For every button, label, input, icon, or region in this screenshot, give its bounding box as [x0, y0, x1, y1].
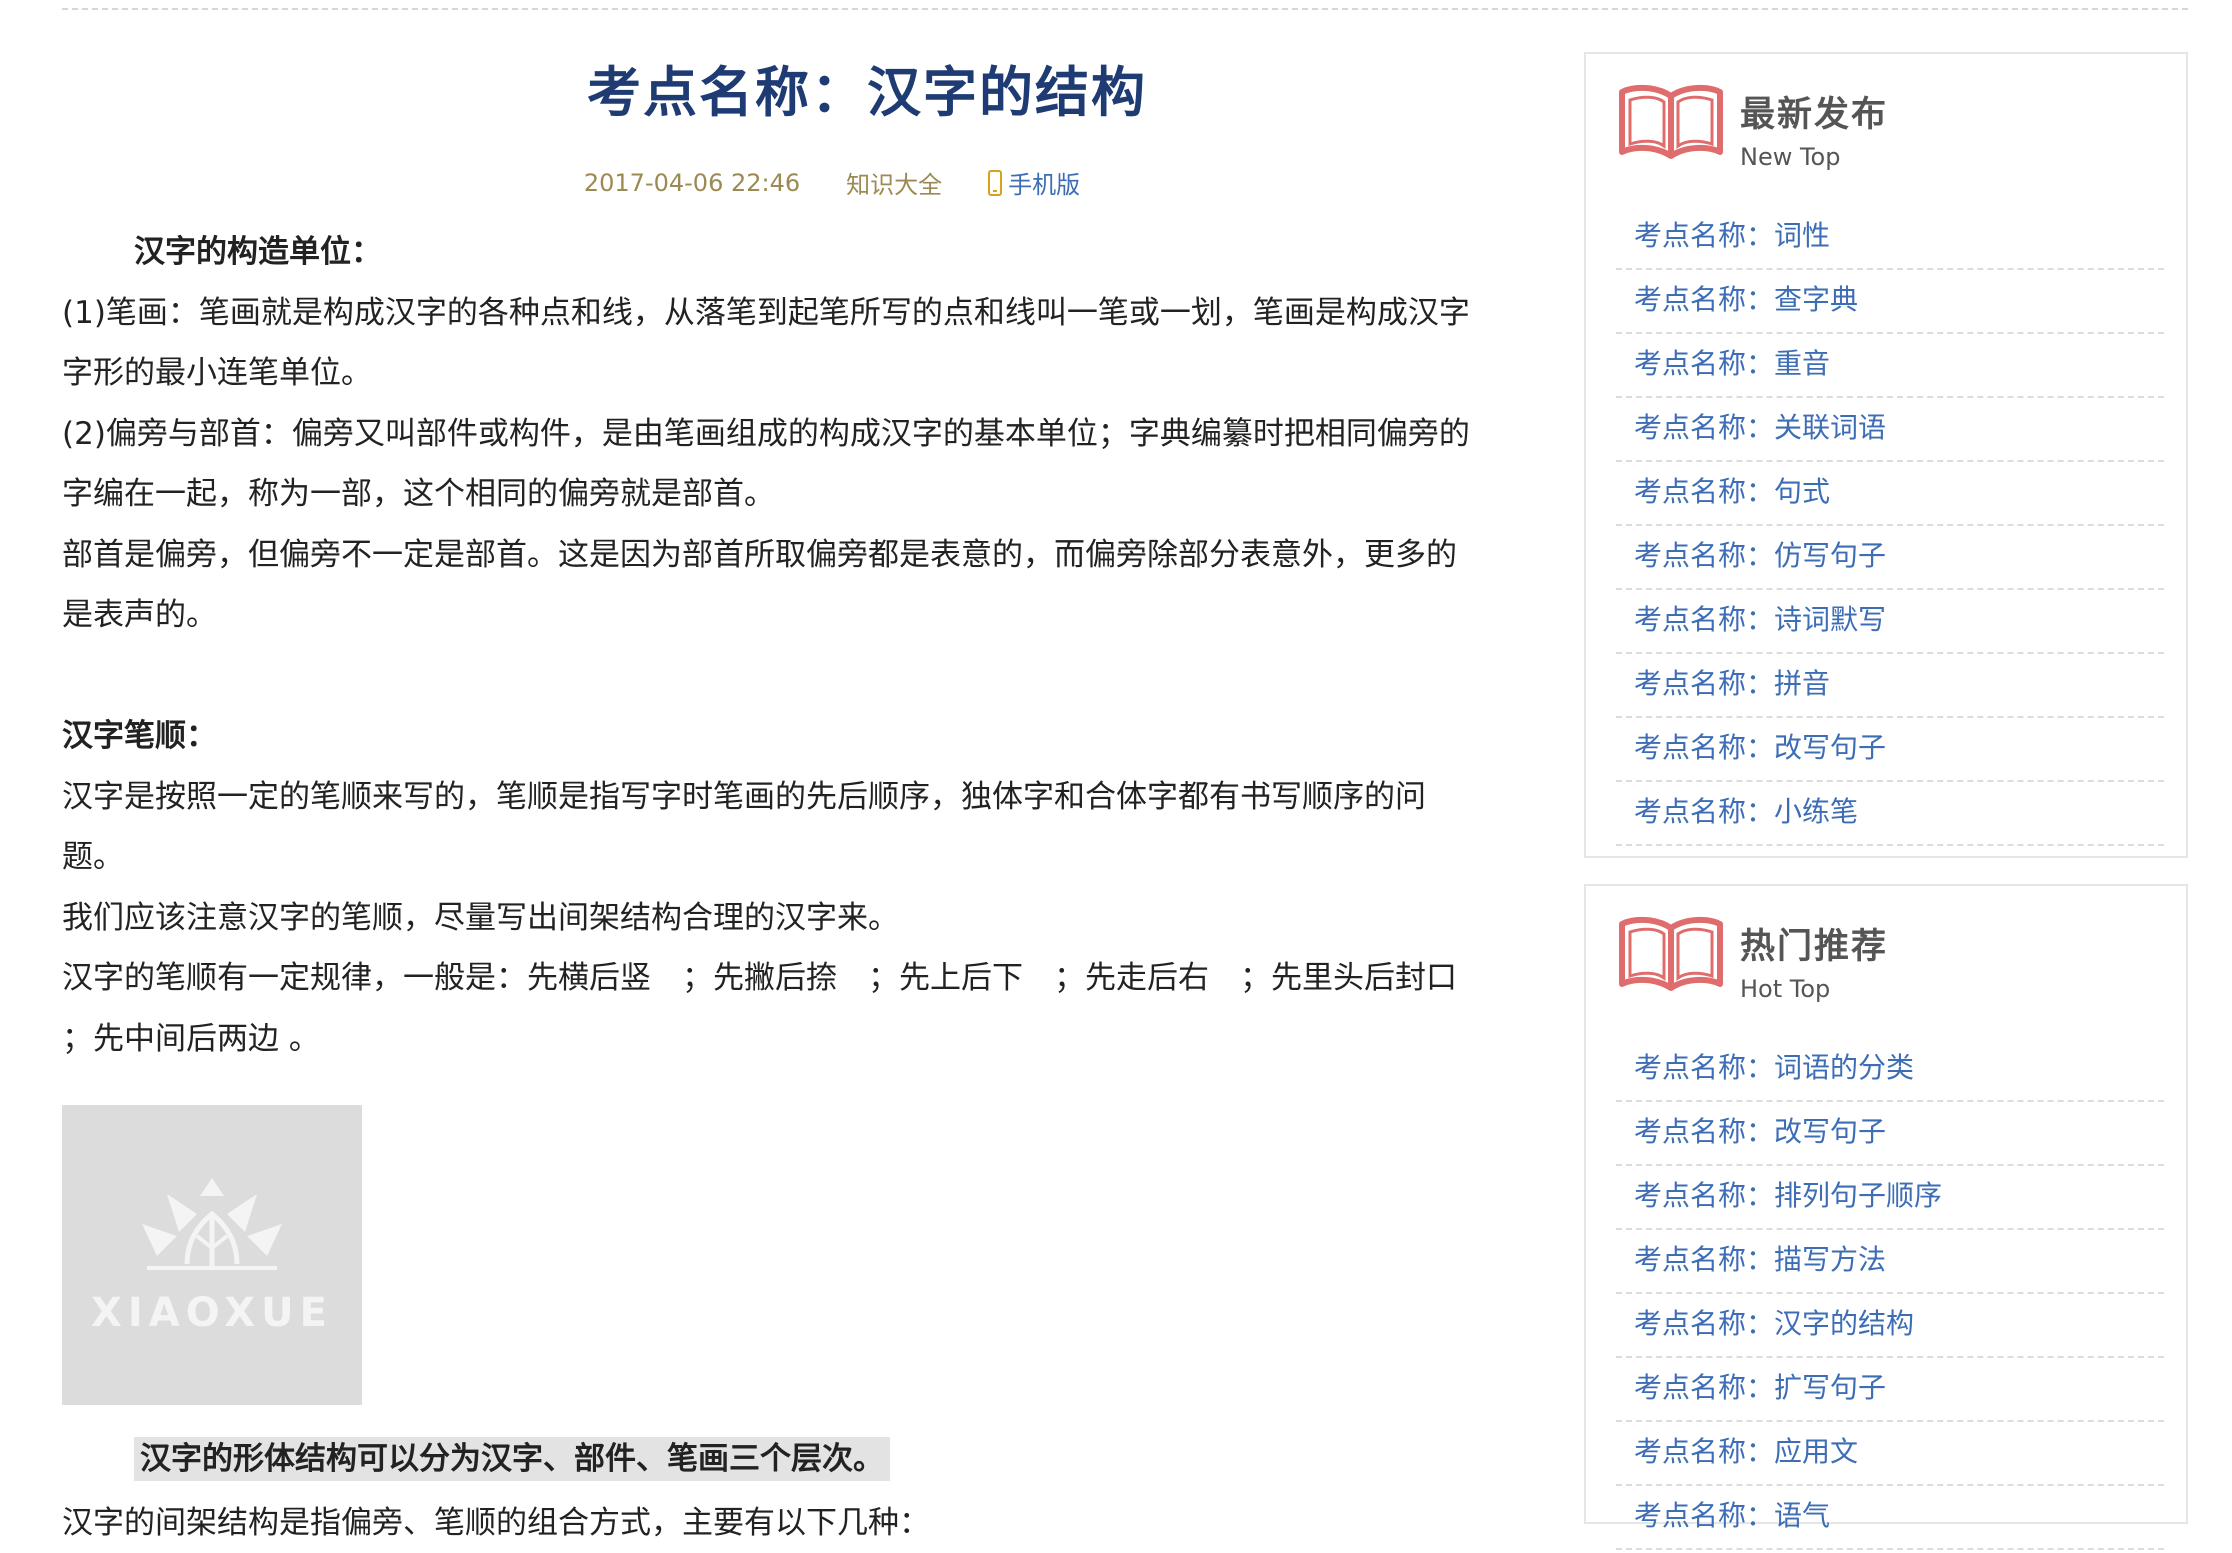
paragraph-line: 题。	[62, 839, 124, 875]
paragraph-line: 是表声的。	[62, 597, 217, 633]
latest-posts-list: 考点名称：词性 考点名称：查字典 考点名称：重音 考点名称：关联词语 考点名称：…	[1586, 206, 2186, 846]
list-item[interactable]: 考点名称：语气	[1616, 1486, 2164, 1550]
list-item[interactable]: 考点名称：改写句子	[1616, 1102, 2164, 1166]
paragraph-line: 汉字是按照一定的笔顺来写的，笔顺是指写字时笔画的先后顺序，独体字和合体字都有书写…	[62, 778, 1426, 815]
latest-posts-panel: 最新发布 New Top 考点名称：词性 考点名称：查字典 考点名称：重音 考点…	[1584, 52, 2188, 858]
section-heading: 汉字笔顺：	[62, 718, 217, 754]
paragraph-line: 字形的最小连笔单位。	[62, 355, 372, 391]
paragraph-line: 部首是偏旁，但偏旁不一定是部首。这是因为部首所取偏旁都是表意的，而偏旁除部分表意…	[62, 536, 1457, 573]
paragraph-line: 字编在一起，称为一部，这个相同的偏旁就是部首。	[62, 476, 775, 512]
highlighted-sentence: 汉字的形体结构可以分为汉字、部件、笔画三个层次。	[62, 1429, 1542, 1489]
panel-subtitle: New Top	[1740, 143, 1841, 171]
list-item[interactable]: 考点名称：小练笔	[1616, 782, 2164, 846]
paragraph-line: (1)笔画：笔画就是构成汉字的各种点和线，从落笔到起笔所写的点和线叫一笔或一划，…	[62, 294, 1470, 331]
open-book-icon	[1619, 916, 1723, 991]
list-item[interactable]: 考点名称：应用文	[1616, 1422, 2164, 1486]
list-item[interactable]: 考点名称：关联词语	[1616, 398, 2164, 462]
list-item[interactable]: 考点名称：汉字的结构	[1616, 1294, 2164, 1358]
list-item[interactable]: 考点名称：排列句子顺序	[1616, 1166, 2164, 1230]
list-item[interactable]: 考点名称：句式	[1616, 462, 2164, 526]
panel-subtitle: Hot Top	[1740, 975, 1831, 1003]
paragraph-line: 我们应该注意汉字的笔顺，尽量写出间架结构合理的汉字来。	[62, 899, 899, 936]
paragraph-line: 汉字的笔顺有一定规律，一般是：先横后竖 ；先撇后捺 ；先上后下 ；先走后右 ；先…	[62, 960, 1457, 996]
mobile-version-label: 手机版	[1008, 171, 1081, 199]
paragraph-line: ；先中间后两边 。	[62, 1020, 320, 1057]
top-divider	[62, 8, 2188, 10]
image-logo-text: XIAOXUE	[91, 1290, 333, 1336]
paragraph-line: 汉字的间架结构是指偏旁、笔顺的组合方式，主要有以下几种：	[62, 1505, 930, 1541]
panel-header: 最新发布 New Top	[1586, 54, 2186, 184]
panel-title: 最新发布	[1740, 95, 1889, 135]
article-image: XIAOXUE	[62, 1105, 362, 1405]
hot-posts-panel: 热门推荐 Hot Top 考点名称：词语的分类 考点名称：改写句子 考点名称：排…	[1584, 884, 2188, 1550]
open-book-icon	[1619, 84, 1723, 159]
panel-header: 热门推荐 Hot Top	[1586, 886, 2186, 1016]
list-item[interactable]: 考点名称：扩写句子	[1616, 1358, 2164, 1422]
paragraph-line: (2)偏旁与部首：偏旁又叫部件或构件，是由笔画组成的构成汉字的基本单位；字典编纂…	[62, 415, 1470, 452]
list-item[interactable]: 考点名称：诗词默写	[1616, 590, 2164, 654]
list-item[interactable]: 考点名称：查字典	[1616, 270, 2164, 334]
publish-date: 2017-04-06 22:46	[583, 168, 801, 197]
article: 考点名称：汉字的结构 2017-04-06 22:46 知识大全 手机版 汉字的…	[62, 40, 1542, 1553]
list-item[interactable]: 考点名称：拼音	[1616, 654, 2164, 718]
list-item[interactable]: 考点名称：重音	[1616, 334, 2164, 398]
hot-posts-list: 考点名称：词语的分类 考点名称：改写句子 考点名称：排列句子顺序 考点名称：描写…	[1586, 1038, 2186, 1550]
xiaoxue-logo-icon	[142, 1178, 282, 1270]
list-item[interactable]: 考点名称：词性	[1616, 206, 2164, 270]
phone-icon	[988, 169, 1003, 196]
list-item[interactable]: 考点名称：仿写句子	[1616, 526, 2164, 590]
list-item[interactable]: 考点名称：描写方法	[1616, 1230, 2164, 1294]
mobile-version-link[interactable]: 手机版	[988, 165, 1080, 200]
article-body: 汉字的构造单位： (1)笔画：笔画就是构成汉字的各种点和线，从落笔到起笔所写的点…	[62, 222, 1542, 1069]
article-meta: 2017-04-06 22:46 知识大全 手机版	[62, 165, 1542, 200]
section-heading: 汉字的构造单位：	[134, 234, 382, 270]
list-item[interactable]: 考点名称：改写句子	[1616, 718, 2164, 782]
list-item[interactable]: 考点名称：词语的分类	[1616, 1038, 2164, 1102]
article-title: 考点名称：汉字的结构	[587, 61, 1147, 124]
category-link[interactable]: 知识大全	[846, 165, 942, 200]
panel-title: 热门推荐	[1740, 927, 1889, 967]
